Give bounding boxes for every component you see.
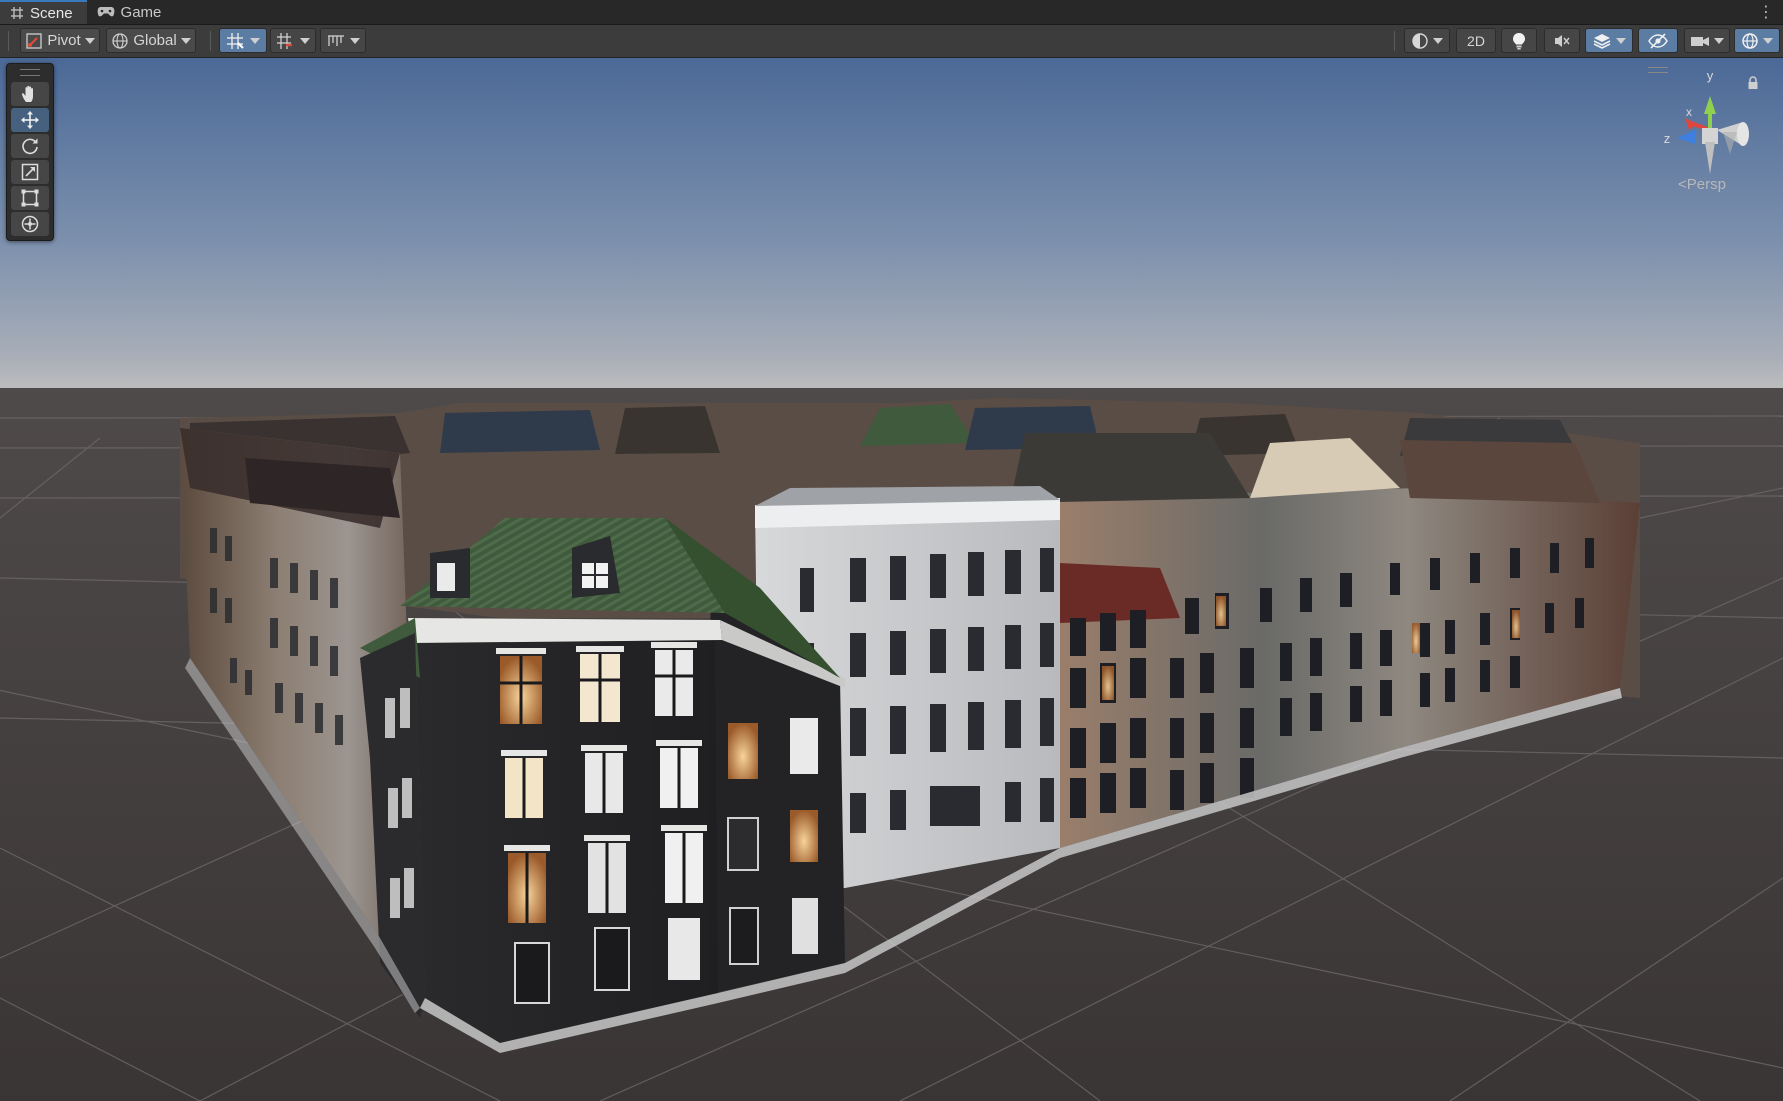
tools-overlay [6, 63, 54, 241]
gizmo-z-label: z [1664, 131, 1671, 146]
gizmos-globe-icon [1742, 32, 1758, 49]
rotate-tool[interactable] [11, 134, 49, 158]
scene-render [0, 58, 1783, 1101]
eye-slash-icon [1648, 32, 1668, 49]
ruler-grid-icon [328, 34, 344, 46]
grid-snapping-button[interactable] [219, 28, 267, 53]
scene-grid-icon [11, 7, 23, 19]
pivot-dropdown[interactable]: Pivot [20, 28, 100, 53]
chevron-down-icon [300, 37, 310, 44]
chevron-down-icon [1714, 37, 1724, 44]
chevron-down-icon [1616, 37, 1626, 44]
scene-toolbar: Pivot Global 2D [0, 25, 1783, 58]
shading-sphere-icon [1412, 32, 1428, 49]
move-tool[interactable] [11, 108, 49, 132]
chevron-down-icon [84, 37, 95, 44]
chevron-down-icon [250, 37, 260, 44]
globe-icon [112, 32, 128, 49]
gizmo-x-label: x [1686, 105, 1692, 119]
pivot-label: Pivot [47, 32, 81, 49]
gizmo-y-label: y [1707, 68, 1714, 83]
projection-label: Persp [1686, 176, 1726, 193]
chevron-down-icon [180, 37, 191, 44]
hand-tool[interactable] [11, 82, 49, 106]
toolbar-grip [8, 31, 9, 51]
effects-dropdown[interactable] [1585, 28, 1633, 53]
chevron-down-icon [350, 37, 360, 44]
global-dropdown[interactable]: Global [106, 28, 196, 53]
increment-snap-icon [277, 32, 292, 49]
lightbulb-icon [1513, 32, 1525, 49]
global-label: Global [133, 32, 177, 49]
grid-snap-icon [227, 32, 244, 49]
increment-snap-button[interactable] [270, 28, 316, 53]
chevron-down-icon [1763, 37, 1773, 44]
toggle-2d-button[interactable]: 2D [1456, 28, 1496, 53]
layers-effects-icon [1593, 33, 1611, 49]
pivot-icon [26, 32, 42, 49]
scale-icon [21, 163, 39, 181]
speaker-muted-icon [1555, 34, 1570, 47]
camera-settings-dropdown[interactable] [1684, 28, 1730, 53]
scene-viewport[interactable] [0, 58, 1783, 1101]
tab-bar: Scene Game ⋮ [0, 0, 1783, 25]
hand-icon [21, 85, 33, 102]
rotate-icon [22, 138, 38, 155]
tab-game-label: Game [120, 3, 162, 21]
move-arrows-icon [21, 111, 39, 129]
scene-visibility-button[interactable] [1638, 28, 1678, 53]
scale-tool[interactable] [11, 160, 49, 184]
tab-game[interactable]: Game [87, 0, 176, 24]
audio-toggle-button[interactable] [1544, 28, 1580, 53]
transform-icon [21, 215, 39, 233]
projection-toggle[interactable]: <Persp [1678, 176, 1726, 193]
persp-chevron-icon: < [1678, 176, 1687, 193]
draw-mode-dropdown[interactable] [1404, 28, 1450, 53]
tab-scene[interactable]: Scene [0, 0, 87, 24]
overlay-grip[interactable] [20, 69, 40, 76]
transform-tool[interactable] [11, 212, 49, 236]
tab-scene-label: Scene [30, 4, 73, 22]
grid-visibility-button[interactable] [320, 28, 366, 53]
toggle-2d-label: 2D [1467, 32, 1485, 49]
gamepad-icon [97, 7, 114, 17]
more-options-icon[interactable]: ⋮ [1758, 2, 1774, 22]
chevron-down-icon [1433, 37, 1443, 44]
camera-icon [1691, 36, 1709, 46]
rect-transform-icon [21, 189, 39, 207]
rect-tool[interactable] [11, 186, 49, 210]
lighting-toggle-button[interactable] [1501, 28, 1537, 53]
gizmos-dropdown[interactable] [1734, 28, 1780, 53]
